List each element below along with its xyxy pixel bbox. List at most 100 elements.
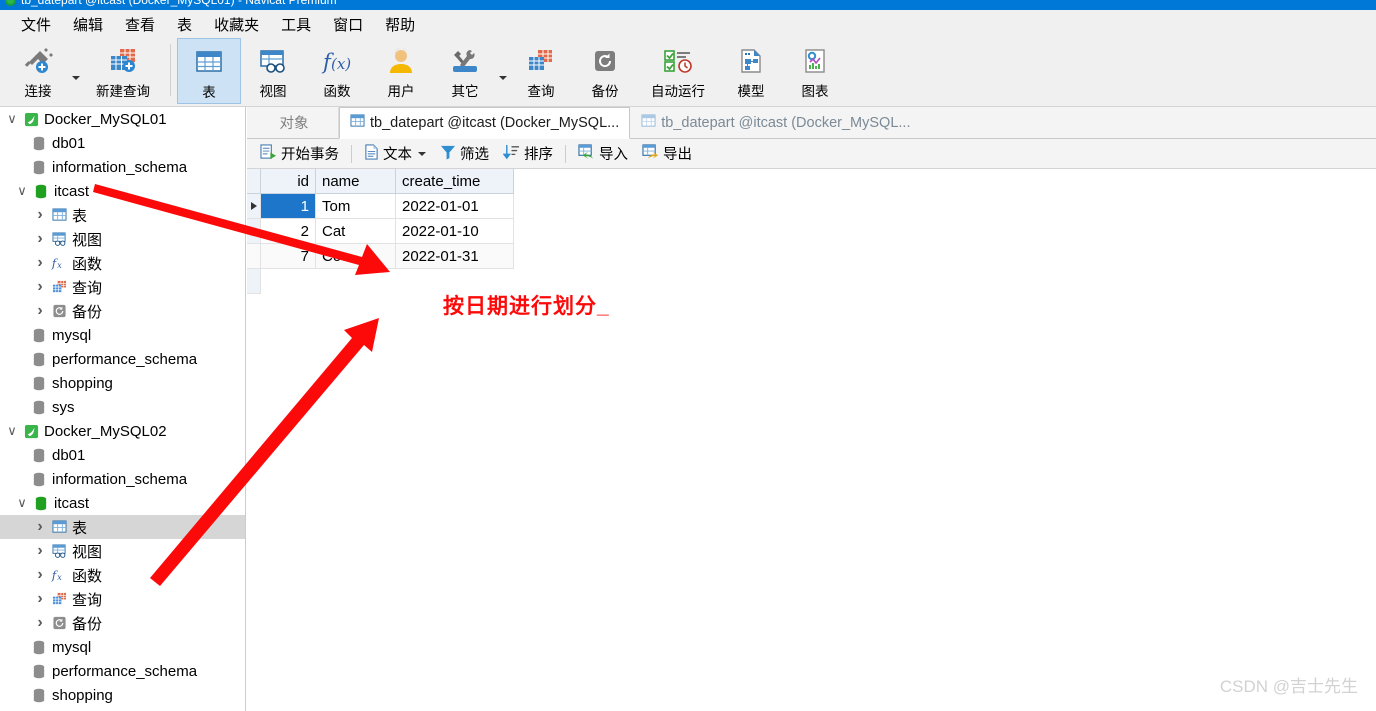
watermark: CSDN @吉士先生: [1219, 677, 1358, 696]
tree-db-performance-schema-2[interactable]: performance_schema: [0, 659, 245, 683]
table-row[interactable]: 7 Coo 2022-01-31: [247, 244, 1376, 269]
object-tree-sidebar[interactable]: Docker_MySQL01 db01 information_schema i…: [0, 107, 246, 711]
tree-folder-tables[interactable]: 表: [0, 203, 245, 227]
tree-db-itcast[interactable]: itcast: [0, 179, 245, 203]
chevron-right-icon[interactable]: [32, 254, 48, 272]
sort-button[interactable]: 排序: [496, 140, 560, 167]
toolbar-chart-button[interactable]: 图表: [783, 38, 847, 104]
tree-folder-functions[interactable]: fx 函数: [0, 251, 245, 275]
chevron-right-icon[interactable]: [32, 278, 48, 296]
column-header-name[interactable]: name: [316, 169, 396, 194]
cell-create-time[interactable]: 2022-01-10: [396, 219, 514, 244]
chevron-right-icon[interactable]: [32, 230, 48, 248]
toolbar-other-button[interactable]: 其它: [433, 38, 497, 104]
tree-db-mysql-2[interactable]: mysql: [0, 635, 245, 659]
tree-db-shopping-2[interactable]: shopping: [0, 683, 245, 707]
column-header-id[interactable]: id: [261, 169, 316, 194]
tree-db-performance-schema[interactable]: performance_schema: [0, 347, 245, 371]
toolbar-backup-button[interactable]: 备份: [573, 38, 637, 104]
toolbar-model-button[interactable]: 模型: [719, 38, 783, 104]
tab-tb-datepart-1[interactable]: tb_datepart @itcast (Docker_MySQL...: [339, 107, 631, 139]
tree-db-db01[interactable]: db01: [0, 131, 245, 155]
grid-new-row[interactable]: [247, 269, 1376, 294]
row-current-marker: [247, 194, 261, 219]
menu-help[interactable]: 帮助: [374, 11, 426, 38]
tree-db-mysql[interactable]: mysql: [0, 323, 245, 347]
chevron-right-icon[interactable]: [32, 206, 48, 224]
data-grid[interactable]: id name create_time 1 Tom 2022-01-01 2 C…: [247, 169, 1376, 294]
table-row[interactable]: 1 Tom 2022-01-01: [247, 194, 1376, 219]
begin-transaction-button[interactable]: 开始事务: [253, 140, 346, 167]
menu-window[interactable]: 窗口: [322, 11, 374, 38]
toolbar-function-button[interactable]: f (x) 函数: [305, 38, 369, 104]
toolbar-view-button[interactable]: 视图: [241, 38, 305, 104]
chevron-down-icon[interactable]: [14, 495, 30, 511]
tree-db-information-schema-2[interactable]: information_schema: [0, 467, 245, 491]
toolbar-connection-button[interactable]: 连接: [6, 38, 70, 104]
cell-id[interactable]: 1: [261, 194, 316, 219]
filter-button[interactable]: 筛选: [433, 140, 496, 167]
cell-name[interactable]: Cat: [316, 219, 396, 244]
chevron-right-icon[interactable]: [32, 566, 48, 584]
tree-db-db01-2[interactable]: db01: [0, 443, 245, 467]
tree-folder-views-2[interactable]: 视图: [0, 539, 245, 563]
chevron-right-icon[interactable]: [32, 302, 48, 320]
tab-objects[interactable]: 对象: [249, 107, 339, 138]
chevron-right-icon[interactable]: [32, 614, 48, 632]
menu-favorites[interactable]: 收藏夹: [203, 11, 270, 38]
menu-file[interactable]: 文件: [10, 11, 62, 38]
toolbar-table-button[interactable]: 表: [177, 38, 241, 104]
toolbar-user-button[interactable]: 用户: [369, 38, 433, 104]
tree-connection-docker-mysql02[interactable]: Docker_MySQL02: [0, 419, 245, 443]
tree-folder-tables-selected[interactable]: 表: [0, 515, 245, 539]
tree-folder-queries-2[interactable]: 查询: [0, 587, 245, 611]
cell-id[interactable]: 7: [261, 244, 316, 269]
menu-table[interactable]: 表: [166, 11, 203, 38]
chevron-down-icon[interactable]: [4, 423, 20, 439]
current-row-arrow-icon: [250, 202, 257, 210]
tree-folder-functions-2[interactable]: fx 函数: [0, 563, 245, 587]
toolbar-model-label: 模型: [737, 84, 765, 99]
toolbar-automation-button[interactable]: 自动运行: [637, 38, 719, 104]
menu-edit[interactable]: 编辑: [62, 11, 114, 38]
menu-tools[interactable]: 工具: [270, 11, 322, 38]
tree-db-sys[interactable]: sys: [0, 395, 245, 419]
cell-name[interactable]: Coo: [316, 244, 396, 269]
toolbar-new-query-button[interactable]: 新建查询: [82, 38, 164, 104]
tree-folder-queries[interactable]: 查询: [0, 275, 245, 299]
tree-db-shopping[interactable]: shopping: [0, 371, 245, 395]
tree-connection-docker-mysql01[interactable]: Docker_MySQL01: [0, 107, 245, 131]
tree-label: information_schema: [52, 158, 188, 176]
toolbar-separator-1: [170, 44, 171, 96]
tree-folder-views[interactable]: 视图: [0, 227, 245, 251]
cell-id[interactable]: 2: [261, 219, 316, 244]
menu-view[interactable]: 查看: [114, 11, 166, 38]
tree-label: Docker_MySQL02: [44, 422, 167, 440]
sort-icon: [502, 144, 520, 164]
chevron-down-icon[interactable]: [14, 183, 30, 199]
cell-create-time[interactable]: 2022-01-31: [396, 244, 514, 269]
chevron-right-icon[interactable]: [32, 590, 48, 608]
tree-folder-backups[interactable]: 备份: [0, 299, 245, 323]
toolbar-query-button[interactable]: 查询: [509, 38, 573, 104]
tree-folder-backups-2[interactable]: 备份: [0, 611, 245, 635]
tab-tb-datepart-2[interactable]: tb_datepart @itcast (Docker_MySQL...: [630, 107, 922, 138]
cell-name[interactable]: Tom: [316, 194, 396, 219]
chevron-down-icon[interactable]: [4, 111, 20, 127]
chevron-right-icon[interactable]: [32, 542, 48, 560]
table-row[interactable]: 2 Cat 2022-01-10: [247, 219, 1376, 244]
import-button[interactable]: 导入: [571, 140, 635, 167]
column-header-create-time[interactable]: create_time: [396, 169, 514, 194]
chevron-right-icon[interactable]: [32, 518, 48, 536]
cell-create-time[interactable]: 2022-01-01: [396, 194, 514, 219]
tree-db-information-schema[interactable]: information_schema: [0, 155, 245, 179]
tree-db-itcast-2[interactable]: itcast: [0, 491, 245, 515]
export-button[interactable]: 导出: [635, 140, 699, 167]
tab-objects-label: 对象: [279, 116, 309, 132]
other-dropdown-button[interactable]: [497, 38, 509, 104]
tree-label: 函数: [72, 255, 103, 273]
toolbar-backup-label: 备份: [591, 84, 619, 99]
text-view-button[interactable]: 文本: [357, 140, 433, 167]
chevron-down-icon[interactable]: [418, 151, 426, 156]
connection-dropdown-button[interactable]: [70, 38, 82, 104]
